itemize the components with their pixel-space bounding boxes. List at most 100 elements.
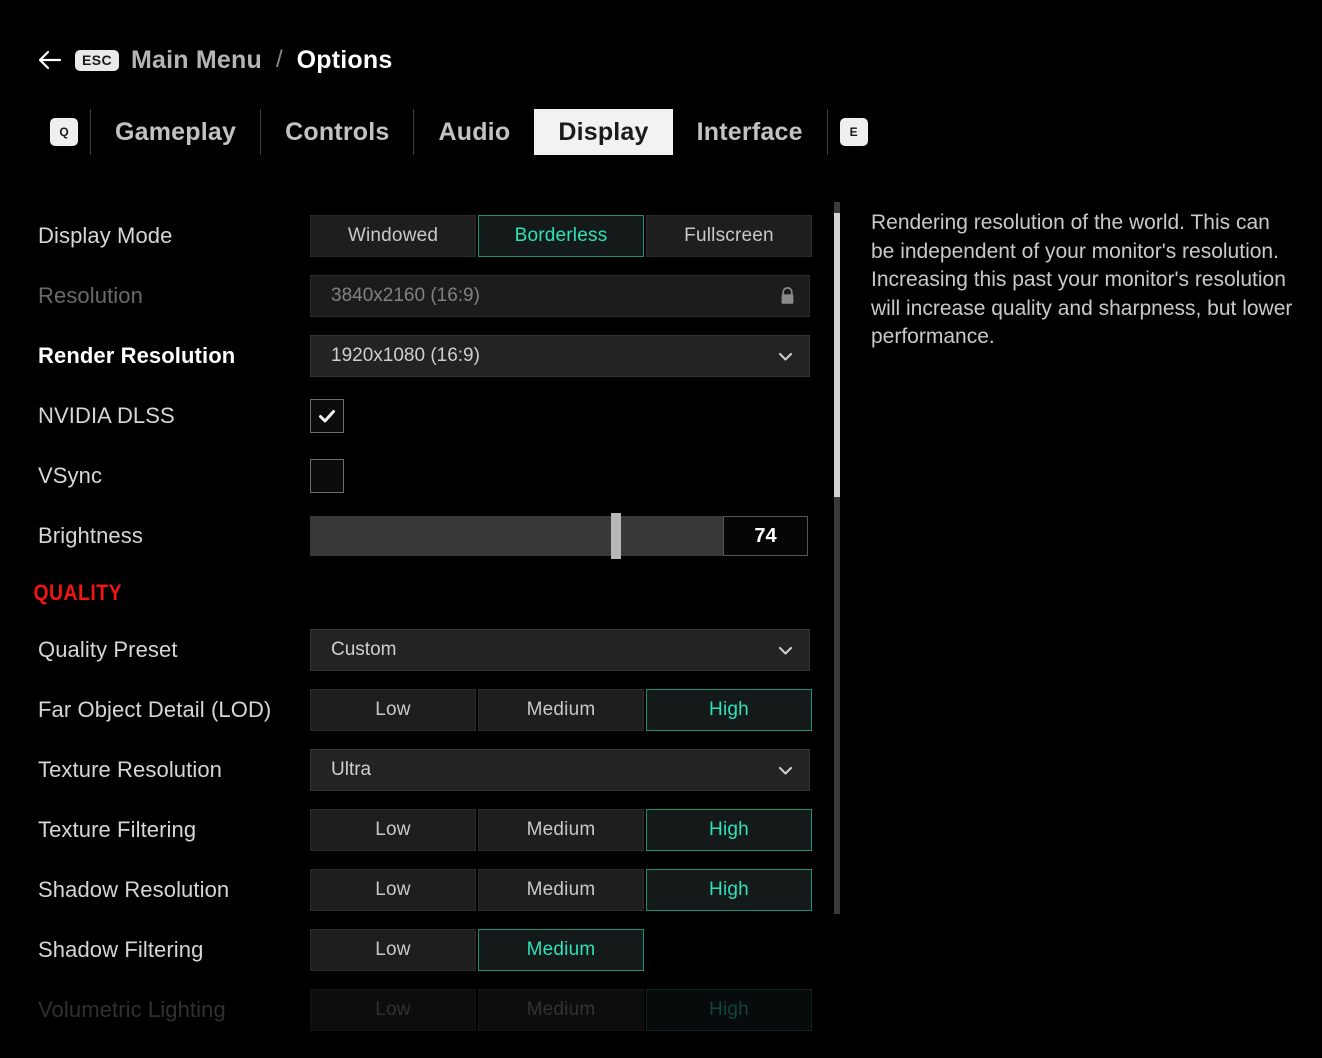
segmented-shadow-filtering: Low Medium	[310, 929, 644, 971]
setting-row-texture-filtering: Texture Filtering Low Medium High	[0, 800, 845, 860]
tab-gameplay[interactable]: Gameplay	[91, 109, 260, 155]
setting-row-resolution: Resolution 3840x2160 (16:9)	[0, 266, 845, 326]
dropdown-value-texture-resolution: Ultra	[331, 759, 372, 780]
segment-low[interactable]: Low	[310, 689, 476, 731]
setting-control-brightness: 74	[310, 513, 845, 559]
setting-label-render-resolution: Render Resolution	[38, 343, 236, 368]
setting-row-texture-resolution: Texture Resolution Ultra	[0, 740, 845, 800]
segment-low[interactable]: Low	[310, 809, 476, 851]
tab-interface[interactable]: Interface	[673, 109, 827, 155]
setting-label-shadow-filtering: Shadow Filtering	[38, 937, 204, 962]
setting-row-display-mode: Display Mode Windowed Borderless Fullscr…	[0, 206, 845, 266]
dropdown-texture-resolution[interactable]: Ultra	[310, 749, 810, 791]
slider-wrap-brightness: 74	[310, 513, 808, 559]
slider-brightness[interactable]	[310, 513, 723, 559]
dropdown-render-resolution[interactable]: 1920x1080 (16:9)	[310, 335, 810, 377]
slider-handle-brightness[interactable]	[610, 513, 621, 559]
setting-label-texture-filtering: Texture Filtering	[38, 817, 197, 842]
chevron-down-icon	[778, 766, 793, 775]
tab-audio[interactable]: Audio	[414, 109, 534, 155]
segment-high[interactable]: High	[646, 809, 812, 851]
setting-control-render-resolution: 1920x1080 (16:9)	[310, 335, 845, 377]
segment-windowed[interactable]: Windowed	[310, 215, 476, 257]
settings-scrollbar-thumb[interactable]	[834, 212, 840, 498]
dropdown-resolution: 3840x2160 (16:9)	[310, 275, 810, 317]
checkbox-vsync[interactable]	[310, 459, 344, 493]
tab-bar: Q Gameplay Controls Audio Display Interf…	[38, 108, 880, 156]
tab-display[interactable]: Display	[534, 109, 673, 155]
check-icon	[319, 410, 335, 423]
segment-fullscreen[interactable]: Fullscreen	[646, 215, 812, 257]
setting-label-texture-resolution: Texture Resolution	[38, 757, 223, 782]
setting-row-quality-preset: Quality Preset Custom	[0, 620, 845, 680]
setting-control-vsync	[310, 459, 845, 493]
tab-prev-key-wrap: Q	[38, 118, 90, 146]
settings-scrollbar-track[interactable]	[834, 202, 840, 914]
tab-next-key-wrap: E	[828, 118, 880, 146]
setting-row-brightness: Brightness 74	[0, 506, 845, 566]
segment-medium[interactable]: Medium	[478, 809, 644, 851]
dropdown-value-render-resolution: 1920x1080 (16:9)	[331, 345, 480, 366]
segment-borderless[interactable]: Borderless	[478, 215, 644, 257]
setting-row-render-resolution: Render Resolution 1920x1080 (16:9)	[0, 326, 845, 386]
setting-control-volumetric-lighting: Low Medium High	[310, 989, 845, 1031]
setting-label-display-mode: Display Mode	[38, 223, 173, 248]
lock-icon	[781, 287, 794, 304]
segmented-shadow-resolution: Low Medium High	[310, 869, 812, 911]
segment-medium[interactable]: Medium	[478, 989, 644, 1031]
segmented-texture-filtering: Low Medium High	[310, 809, 812, 851]
setting-control-nvidia-dlss	[310, 399, 845, 433]
options-screen: ESC Main Menu / Options Q Gameplay Contr…	[0, 0, 1322, 1058]
setting-row-vsync: VSync	[0, 446, 845, 506]
setting-label-nvidia-dlss: NVIDIA DLSS	[38, 403, 175, 428]
tab-controls[interactable]: Controls	[261, 109, 413, 155]
setting-label-volumetric-lighting: Volumetric Lighting	[38, 997, 226, 1022]
setting-label-far-object-detail: Far Object Detail (LOD)	[38, 697, 272, 722]
segment-high[interactable]: High	[646, 989, 812, 1031]
segmented-far-object-detail: Low Medium High	[310, 689, 812, 731]
setting-row-far-object-detail: Far Object Detail (LOD) Low Medium High	[0, 680, 845, 740]
next-tab-key-badge[interactable]: E	[839, 118, 868, 146]
segment-high[interactable]: High	[646, 869, 812, 911]
setting-row-volumetric-lighting: Volumetric Lighting Low Medium High	[0, 980, 845, 1040]
segment-low[interactable]: Low	[310, 989, 476, 1031]
dropdown-quality-preset[interactable]: Custom	[310, 629, 810, 671]
setting-control-texture-resolution: Ultra	[310, 749, 845, 791]
breadcrumb-separator: /	[275, 46, 283, 73]
segment-high[interactable]: High	[646, 689, 812, 731]
setting-control-shadow-filtering: Low Medium	[310, 929, 845, 971]
segmented-volumetric-lighting: Low Medium High	[310, 989, 812, 1031]
esc-key-badge[interactable]: ESC	[75, 49, 119, 71]
breadcrumb-parent[interactable]: Main Menu	[131, 46, 262, 75]
segment-medium[interactable]: Medium	[478, 869, 644, 911]
setting-control-display-mode: Windowed Borderless Fullscreen	[310, 215, 845, 257]
setting-row-shadow-resolution: Shadow Resolution Low Medium High	[0, 860, 845, 920]
breadcrumb: ESC Main Menu / Options	[37, 43, 392, 77]
setting-label-quality-preset: Quality Preset	[38, 637, 178, 662]
segmented-display-mode: Windowed Borderless Fullscreen	[310, 215, 812, 257]
dropdown-value-quality-preset: Custom	[331, 639, 397, 660]
segment-medium[interactable]: Medium	[478, 689, 644, 731]
dropdown-value-resolution: 3840x2160 (16:9)	[331, 285, 480, 306]
setting-label-brightness: Brightness	[38, 523, 143, 548]
setting-label-resolution: Resolution	[38, 283, 143, 308]
setting-control-texture-filtering: Low Medium High	[310, 809, 845, 851]
section-header-quality: QUALITY	[33, 580, 123, 605]
setting-control-shadow-resolution: Low Medium High	[310, 869, 845, 911]
back-arrow-icon[interactable]	[37, 47, 63, 73]
setting-control-quality-preset: Custom	[310, 629, 845, 671]
checkbox-nvidia-dlss[interactable]	[310, 399, 344, 433]
segment-medium[interactable]: Medium	[478, 929, 644, 971]
segment-low[interactable]: Low	[310, 869, 476, 911]
slider-value-brightness: 74	[723, 516, 808, 556]
chevron-down-icon	[778, 646, 793, 655]
arrow-left-icon	[38, 50, 62, 70]
setting-description: Rendering resolution of the world. This …	[871, 211, 1293, 348]
segment-low[interactable]: Low	[310, 929, 476, 971]
setting-row-shadow-filtering: Shadow Filtering Low Medium	[0, 920, 845, 980]
chevron-down-icon	[778, 352, 793, 361]
prev-tab-key-badge[interactable]: Q	[50, 118, 78, 146]
setting-control-far-object-detail: Low Medium High	[310, 689, 845, 731]
setting-row-nvidia-dlss: NVIDIA DLSS	[0, 386, 845, 446]
setting-label-shadow-resolution: Shadow Resolution	[38, 877, 230, 902]
